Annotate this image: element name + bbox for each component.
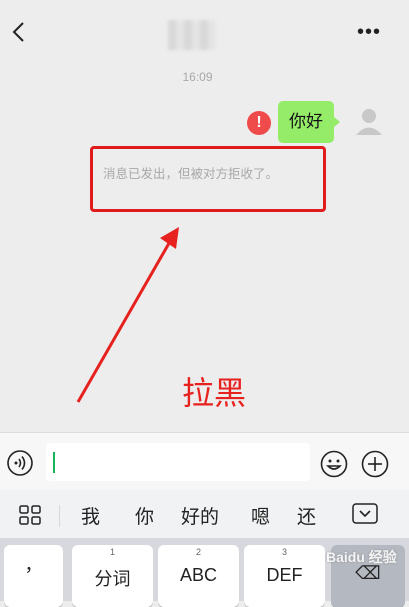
chat-input-bar xyxy=(0,432,409,491)
user-avatar-icon[interactable] xyxy=(349,101,389,141)
key-comma[interactable]: ， xyxy=(4,545,63,607)
candidate-word[interactable]: 你 xyxy=(135,502,154,529)
key-1[interactable]: 1 分词 xyxy=(72,545,153,607)
candidate-word[interactable]: 还 xyxy=(297,502,316,529)
candidate-word[interactable]: 嗯 xyxy=(251,502,270,529)
key-3[interactable]: 3 DEF xyxy=(244,545,325,607)
back-arrow-icon[interactable] xyxy=(8,20,32,44)
voice-input-icon[interactable] xyxy=(7,450,33,476)
more-options-icon[interactable]: ••• xyxy=(357,22,383,42)
message-input[interactable] xyxy=(46,443,310,481)
plus-icon[interactable] xyxy=(361,450,389,478)
text-cursor xyxy=(53,452,55,473)
candidate-word[interactable]: 好的 xyxy=(181,502,219,529)
message-timestamp: 16:09 xyxy=(182,70,213,84)
annotation-highlight-box: 消息已发出，但被对方拒收了。 xyxy=(90,146,326,212)
candidate-divider xyxy=(59,505,60,527)
key-2[interactable]: 2 ABC xyxy=(158,545,239,607)
collapse-keyboard-icon[interactable] xyxy=(352,503,378,525)
candidate-word[interactable]: 我 xyxy=(81,502,100,529)
rejected-notice: 消息已发出，但被对方拒收了。 xyxy=(103,167,279,181)
annotation-label: 拉黑 xyxy=(182,375,247,411)
emoji-icon[interactable] xyxy=(320,450,348,478)
sent-message-bubble[interactable]: 你好 xyxy=(278,101,340,143)
chat-header: ••• xyxy=(0,0,409,62)
send-failed-icon[interactable]: ! xyxy=(247,111,271,135)
watermark: Baidu 经验 xyxy=(326,549,397,565)
grid-menu-icon[interactable] xyxy=(19,505,41,525)
contact-name-blurred xyxy=(168,20,216,50)
